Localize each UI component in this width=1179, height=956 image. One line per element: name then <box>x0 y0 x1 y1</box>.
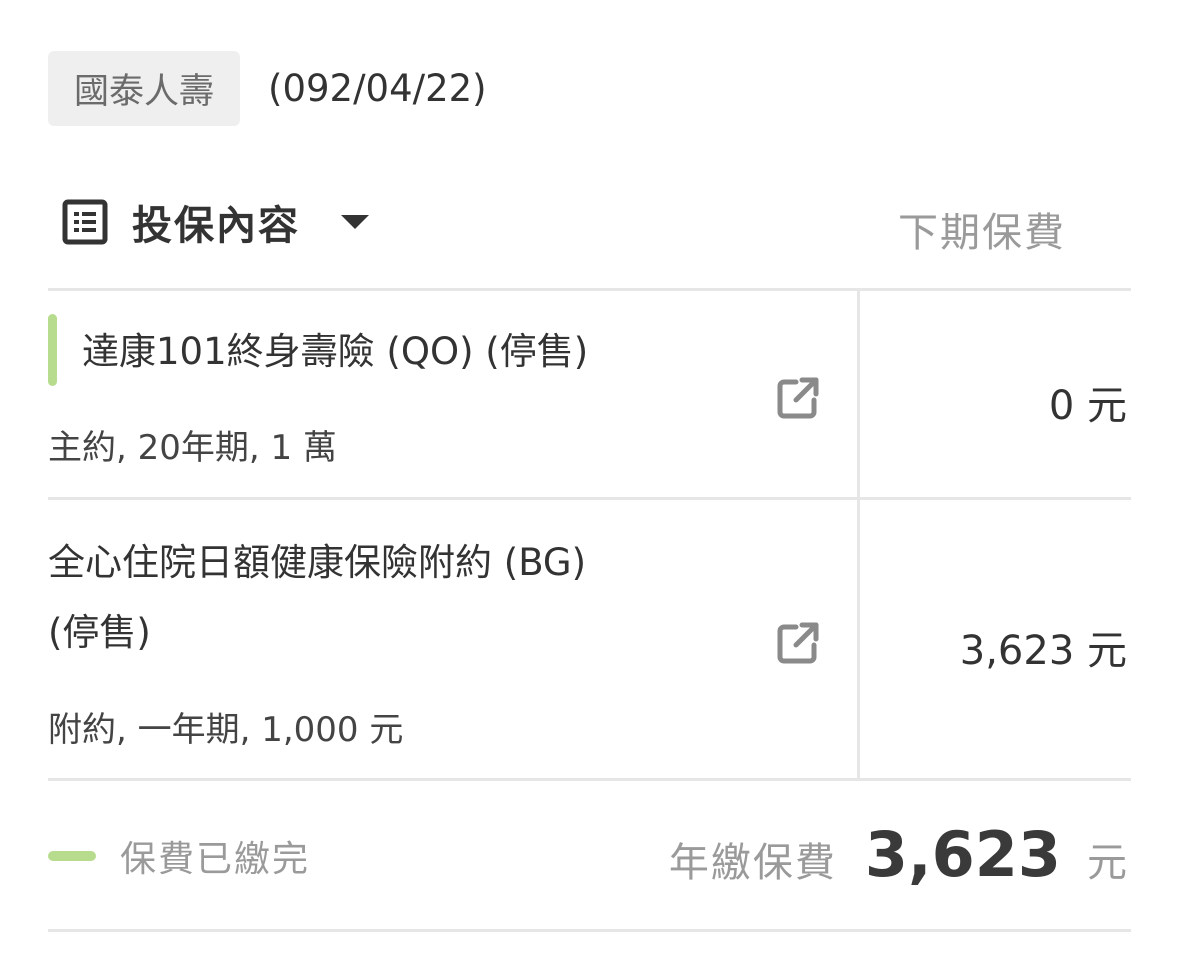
external-link-icon[interactable] <box>776 621 820 665</box>
next-premium-header: 下期保費 <box>898 210 1066 256</box>
annual-premium-label: 年繳保費 <box>668 840 837 886</box>
coverage-section-toggle[interactable]: 投保內容 <box>62 190 370 254</box>
list-icon <box>62 199 108 245</box>
divider <box>48 497 1131 500</box>
divider <box>48 288 1131 291</box>
policy-date: (092/04/22) <box>268 67 487 110</box>
coverage-item-details: 附約, 一年期, 1,000 元 <box>48 710 404 750</box>
annual-premium-value: 3,623 <box>864 818 1061 891</box>
paid-legend: 保費已繳完 <box>48 826 310 886</box>
external-link-icon[interactable] <box>776 376 820 420</box>
coverage-item-title-cont[interactable]: (停售) <box>48 598 151 668</box>
section-title: 投保內容 <box>132 203 300 249</box>
policy-header: 國泰人壽 (092/04/22) <box>48 51 487 126</box>
next-premium-amount: 0 元 <box>1048 383 1127 429</box>
annual-premium-unit: 元 <box>1087 840 1127 886</box>
caret-down-icon <box>341 215 369 229</box>
paid-status-label: 保費已繳完 <box>120 839 311 880</box>
column-divider <box>857 290 860 778</box>
coverage-item-title[interactable]: 全心住院日額健康保險附約 (BG) <box>48 528 586 598</box>
divider <box>48 778 1131 781</box>
paid-legend-swatch <box>48 851 96 861</box>
next-premium-amount: 3,623 元 <box>959 628 1127 674</box>
divider <box>48 929 1131 932</box>
coverage-item-title[interactable]: 達康101終身壽險 (QO) (停售) <box>82 317 588 387</box>
company-name: 國泰人壽 <box>74 72 215 112</box>
paid-indicator-bar <box>48 314 57 386</box>
annual-premium: 年繳保費 3,623 元 <box>669 818 1127 898</box>
coverage-item-details: 主約, 20年期, 1 萬 <box>48 428 337 468</box>
company-badge: 國泰人壽 <box>48 51 241 126</box>
